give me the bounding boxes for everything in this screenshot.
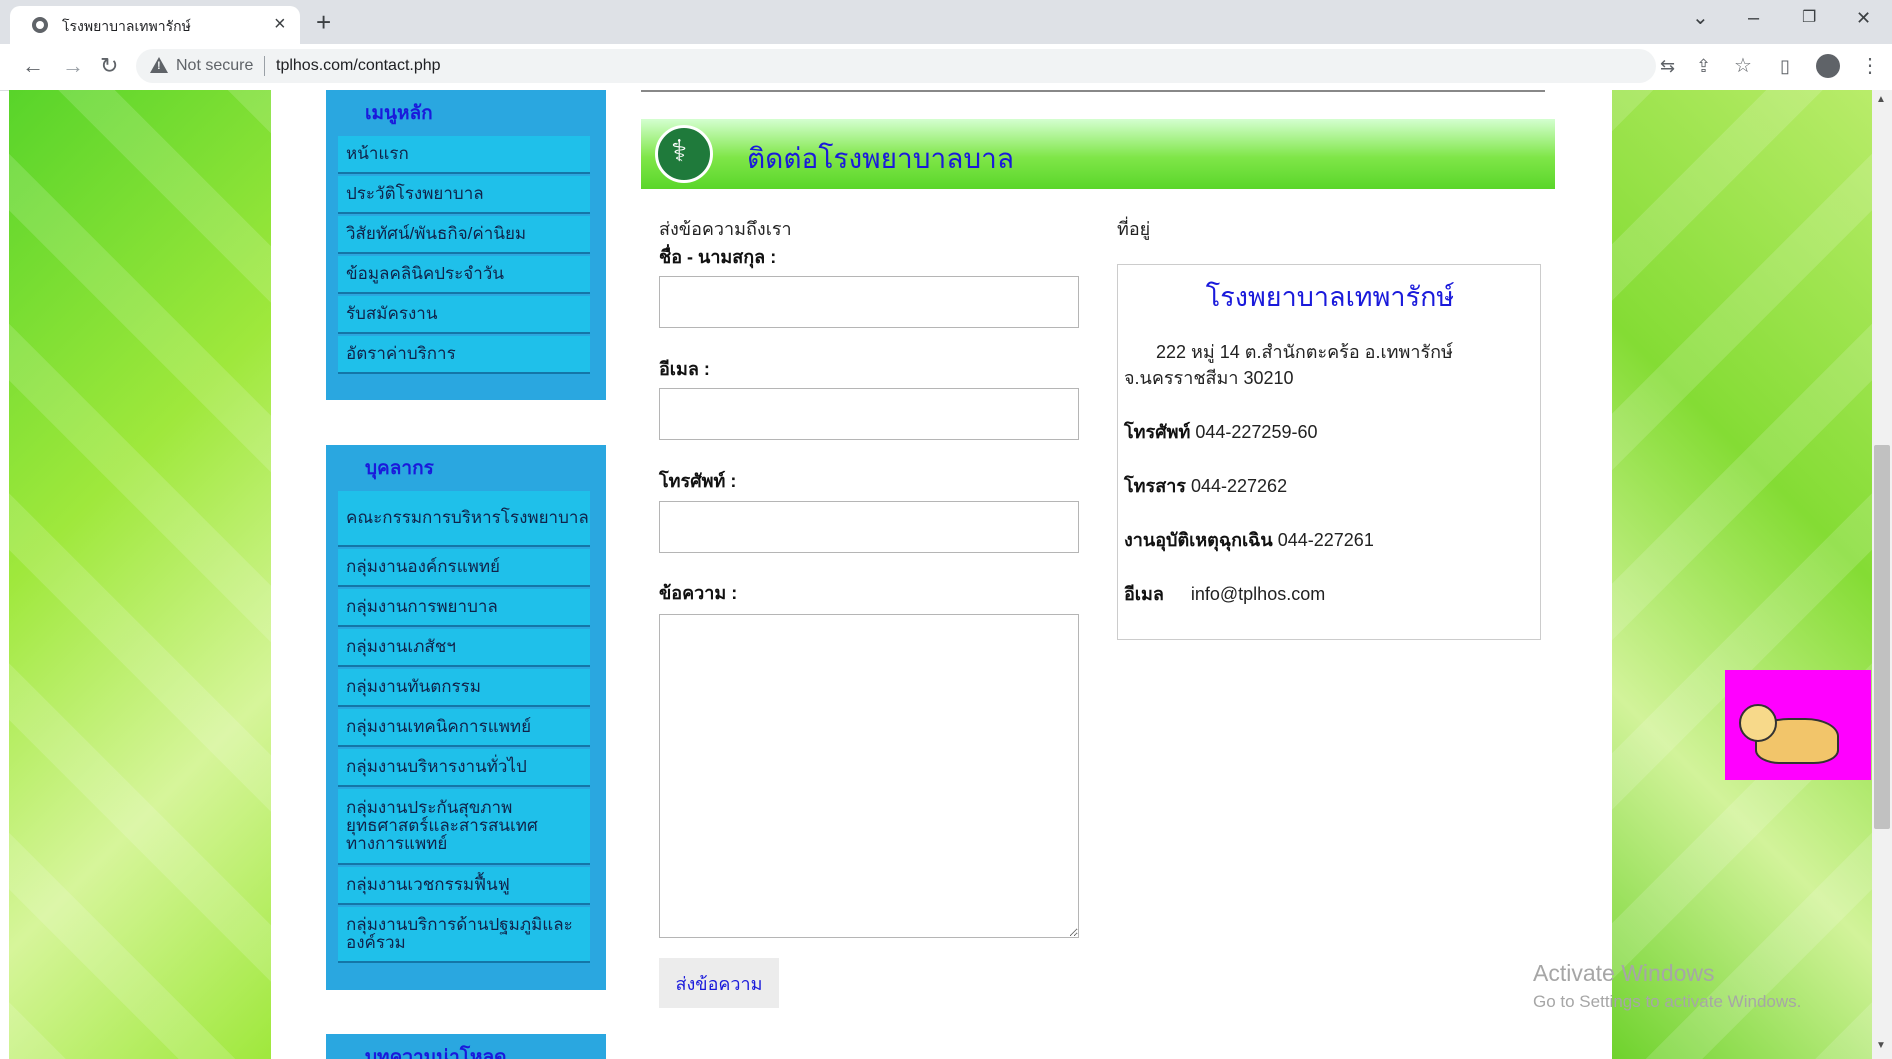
browser-toolbar: ← → ↻ Not secure tplhos.com/contact.php … — [0, 44, 1892, 91]
new-tab-icon[interactable]: + — [316, 8, 331, 36]
email-row: อีเมล info@tplhos.com — [1124, 579, 1325, 608]
email-row-value: info@tplhos.com — [1190, 584, 1326, 604]
downloads-title[interactable]: บทความน่าโหลด — [365, 1042, 507, 1059]
activate-windows-title: Activate Windows — [1533, 960, 1715, 986]
phone-row: โทรศัพท์ 044-227259-60 — [1124, 417, 1317, 446]
bookmark-star-icon[interactable]: ☆ — [1734, 56, 1752, 76]
security-label[interactable]: Not secure — [176, 57, 253, 75]
menu-item-vision[interactable]: วิสัยทัศน์/พันธกิจ/ค่านิยม — [338, 216, 590, 254]
personnel-item-admin[interactable]: กลุ่มงานบริหารงานทั่วไป — [338, 749, 590, 787]
personnel-title: บุคลากร — [365, 458, 434, 479]
name-label: ชื่อ - นามสกุล : — [659, 247, 777, 267]
scroll-up-icon[interactable]: ▲ — [1876, 94, 1886, 105]
address-line-1: 222 หมู่ 14 ต.สำนักตะคร้อ อ.เทพารักษ์ — [1156, 342, 1453, 362]
share-icon[interactable]: ⇪ — [1696, 56, 1711, 76]
email-row-label: อีเมล — [1124, 584, 1164, 604]
url-text[interactable]: tplhos.com/contact.php — [276, 57, 441, 75]
fax-row: โทรสาร 044-227262 — [1124, 471, 1287, 500]
page-viewport: เมนูหลัก หน้าแรก ประวัติโรงพยาบาล วิสัยท… — [0, 90, 1872, 1059]
profile-avatar-icon[interactable] — [1816, 54, 1840, 78]
menu-item-rates[interactable]: อัตราค่าบริการ — [338, 336, 590, 374]
browser-menu-icon[interactable]: ⋮ — [1860, 56, 1880, 76]
personnel-item-pharmacy[interactable]: กลุ่มงานเภสัชฯ — [338, 629, 590, 667]
translate-icon[interactable]: ⇆ — [1660, 56, 1675, 76]
url-divider — [264, 56, 265, 76]
phone-row-label: โทรศัพท์ — [1124, 422, 1191, 442]
background-left — [9, 90, 271, 1059]
downloads-box: บทความน่าโหลด — [326, 1034, 606, 1059]
globe-icon — [32, 17, 48, 33]
back-icon[interactable]: ← — [22, 52, 44, 80]
address-line-2: จ.นครราชสีมา 30210 — [1124, 368, 1294, 388]
address-heading: ที่อยู่ — [1117, 219, 1151, 239]
menu-item-history[interactable]: ประวัติโรงพยาบาล — [338, 176, 590, 214]
emergency-row: งานอุบัติเหตุฉุกเฉิน 044-227261 — [1124, 525, 1374, 554]
warning-icon[interactable] — [150, 57, 168, 73]
hospital-name: โรงพยาบาลเทพารักษ์ — [1205, 282, 1455, 312]
personnel-item-insurance[interactable]: กลุ่มงานประกันสุขภาพ ยุทธศาสตร์และสารสนเ… — [338, 789, 590, 865]
address-card: โรงพยาบาลเทพารักษ์ 222 หมู่ 14 ต.สำนักตะ… — [1117, 264, 1541, 640]
personnel-item-medical[interactable]: กลุ่มงานองค์กรแพทย์ — [338, 549, 590, 587]
scroll-down-icon[interactable]: ▼ — [1876, 1040, 1886, 1051]
fax-row-label: โทรสาร — [1124, 476, 1186, 496]
main-menu-title: เมนูหลัก — [365, 103, 433, 124]
dog-head-icon — [1739, 704, 1777, 742]
email-input[interactable] — [659, 388, 1079, 440]
personnel-item-committee[interactable]: คณะกรรมการบริหารโรงพยาบาล — [338, 491, 590, 547]
maximize-icon[interactable]: ❐ — [1802, 6, 1816, 30]
message-label: ข้อความ : — [659, 583, 738, 603]
fax-row-value: 044-227262 — [1190, 476, 1288, 496]
reload-icon[interactable]: ↻ — [100, 52, 118, 80]
email-label: อีเมล : — [659, 359, 710, 379]
minimize-icon[interactable]: – — [1748, 6, 1759, 30]
side-panel-icon[interactable]: ▯ — [1780, 56, 1790, 76]
close-tab-icon[interactable]: × — [274, 12, 286, 36]
browser-tab[interactable]: โรงพยาบาลเทพารักษ์ × — [10, 6, 300, 44]
menu-item-clinic-info[interactable]: ข้อมูลคลินิคประจำวัน — [338, 256, 590, 294]
page-scrollbar[interactable]: ▲ ▼ — [1872, 90, 1892, 1059]
name-input[interactable] — [659, 276, 1079, 328]
forward-icon[interactable]: → — [62, 52, 84, 80]
address-bar[interactable]: Not secure tplhos.com/contact.php — [136, 49, 1656, 83]
tab-bar: โรงพยาบาลเทพารักษ์ × + ⌄ – ❐ ✕ — [0, 0, 1892, 44]
personnel-item-dental[interactable]: กลุ่มงานทันตกรรม — [338, 669, 590, 707]
background-right — [1612, 90, 1872, 1059]
send-message-button[interactable]: ส่งข้อความ — [659, 958, 779, 1008]
emergency-row-label: งานอุบัติเหตุฉุกเฉิน — [1124, 530, 1273, 550]
tab-search-icon[interactable]: ⌄ — [1692, 6, 1709, 30]
personnel-item-medtech[interactable]: กลุ่มงานเทคนิคการแพทย์ — [338, 709, 590, 747]
main-menu-box: เมนูหลัก หน้าแรก ประวัติโรงพยาบาล วิสัยท… — [326, 90, 606, 400]
scrollbar-thumb[interactable] — [1874, 445, 1890, 829]
phone-input[interactable] — [659, 501, 1079, 553]
close-window-icon[interactable]: ✕ — [1856, 6, 1871, 30]
menu-item-jobs[interactable]: รับสมัครงาน — [338, 296, 590, 334]
personnel-box: บุคลากร คณะกรรมการบริหารโรงพยาบาล กลุ่มง… — [326, 445, 606, 990]
dog-widget[interactable] — [1725, 670, 1871, 780]
page-content: เมนูหลัก หน้าแรก ประวัติโรงพยาบาล วิสัยท… — [271, 90, 1612, 1059]
activate-windows-subtitle: Go to Settings to activate Windows. — [1533, 992, 1802, 1011]
emergency-row-value: 044-227261 — [1277, 530, 1374, 550]
top-divider — [641, 90, 1545, 92]
personnel-item-rehab[interactable]: กลุ่มงานเวชกรรมฟื้นฟู — [338, 867, 590, 905]
message-textarea[interactable] — [659, 614, 1079, 938]
tab-title: โรงพยาบาลเทพารักษ์ — [62, 18, 191, 34]
phone-label: โทรศัพท์ : — [659, 471, 737, 491]
personnel-item-nursing[interactable]: กลุ่มงานการพยาบาล — [338, 589, 590, 627]
page-title: ติดต่อโรงพยาบาลบาล — [747, 143, 1015, 174]
menu-item-home[interactable]: หน้าแรก — [338, 136, 590, 174]
phone-row-value: 044-227259-60 — [1195, 422, 1318, 442]
ministry-emblem-icon — [655, 125, 713, 183]
page-header: ติดต่อโรงพยาบาลบาล — [641, 119, 1555, 189]
form-intro: ส่งข้อความถึงเรา — [659, 219, 792, 239]
personnel-item-primary-care[interactable]: กลุ่มงานบริการด้านปฐมภูมิและองค์รวม — [338, 907, 590, 963]
